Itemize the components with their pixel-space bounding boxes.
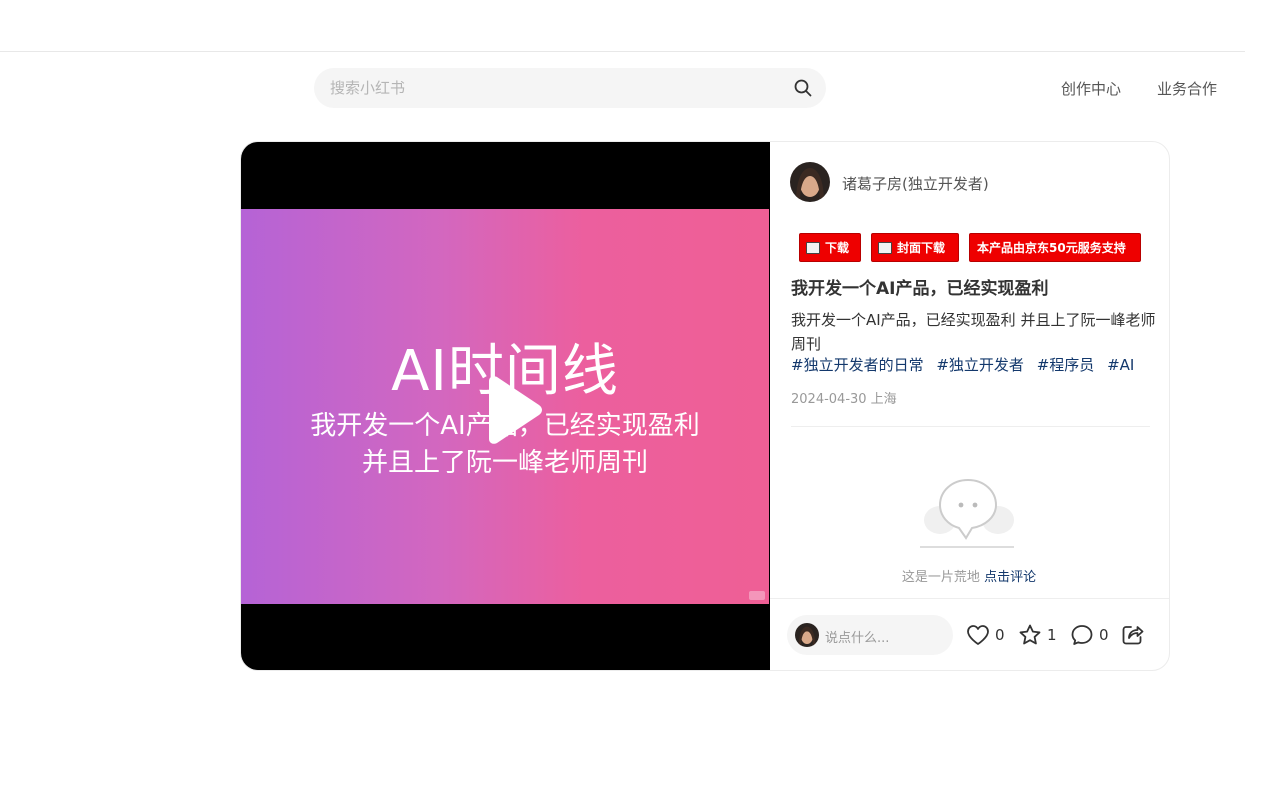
video-watermark-icon [749,591,765,600]
video-subtitle-line2: 并且上了阮一峰老师周刊 [361,448,648,478]
note-tags: #独立开发者的日常 #独立开发者 #程序员 #AI [791,354,1161,376]
search-bar[interactable] [314,68,826,108]
click-to-comment-link[interactable]: 点击评论 [984,570,1036,585]
tag-link[interactable]: #独立开发者的日常 [791,356,924,374]
heart-icon [967,625,989,645]
download-label: 下载 [825,241,850,255]
share-icon [1122,626,1144,645]
author-avatar[interactable] [790,162,830,202]
share-button[interactable] [1121,624,1145,646]
nav-business-cooperation[interactable]: 业务合作 [1157,78,1217,99]
play-icon[interactable] [481,375,545,445]
tv-icon [806,241,820,254]
chat-bubble-icon [1071,625,1093,645]
tag-link[interactable]: #AI [1107,356,1134,374]
note-title: 我开发一个AI产品，已经实现盈利 [791,279,1049,299]
like-button[interactable]: 0 [966,624,1005,646]
collect-count: 1 [1047,626,1057,644]
star-icon [1019,624,1041,645]
cover-download-label: 封面下载 [897,241,946,255]
comment-count: 0 [1099,626,1109,644]
content-divider [791,426,1150,427]
comment-placeholder: 说点什么... [825,631,890,646]
search-input[interactable] [330,68,770,108]
nav-creator-center[interactable]: 创作中心 [1061,78,1121,99]
tag-link[interactable]: #独立开发者 [936,356,1024,374]
tag-link[interactable]: #程序员 [1037,356,1095,374]
like-count: 0 [995,626,1005,644]
interaction-divider [770,598,1169,599]
video-player[interactable]: AI时间线 我开发一个AI产品，已经实现盈利 并且上了阮一峰老师周刊 [241,142,770,670]
support-label: 本产品由京东50元服务支持 [977,241,1126,255]
note-side-panel: 诸葛子房(独立开发者) 下载 封面下载 本产品由京东50元服务支持 我开发一个A… [770,142,1169,670]
empty-comments-message: 这是一片荒地 点击评论 [770,566,1168,585]
note-detail-card: AI时间线 我开发一个AI产品，已经实现盈利 并且上了阮一峰老师周刊 诸葛子房(… [240,141,1170,671]
note-date-location: 2024-04-30 上海 [791,392,897,407]
comment-input[interactable]: 说点什么... [787,615,953,655]
author-name[interactable]: 诸葛子房(独立开发者) [842,173,989,194]
support-button[interactable]: 本产品由京东50元服务支持 [969,233,1141,262]
collect-button[interactable]: 1 [1018,624,1057,646]
empty-comments-icon [920,478,1014,548]
empty-comments-label: 这是一片荒地 [901,570,985,585]
picture-icon [878,241,892,254]
note-description: 我开发一个AI产品，已经实现盈利 并且上了阮一峰老师周刊 [791,311,1156,353]
header-divider [0,51,1245,52]
cover-download-button[interactable]: 封面下载 [871,233,959,262]
comment-button[interactable]: 0 [1070,624,1109,646]
user-avatar [795,623,819,647]
search-icon[interactable] [794,79,812,97]
download-button[interactable]: 下载 [799,233,861,262]
